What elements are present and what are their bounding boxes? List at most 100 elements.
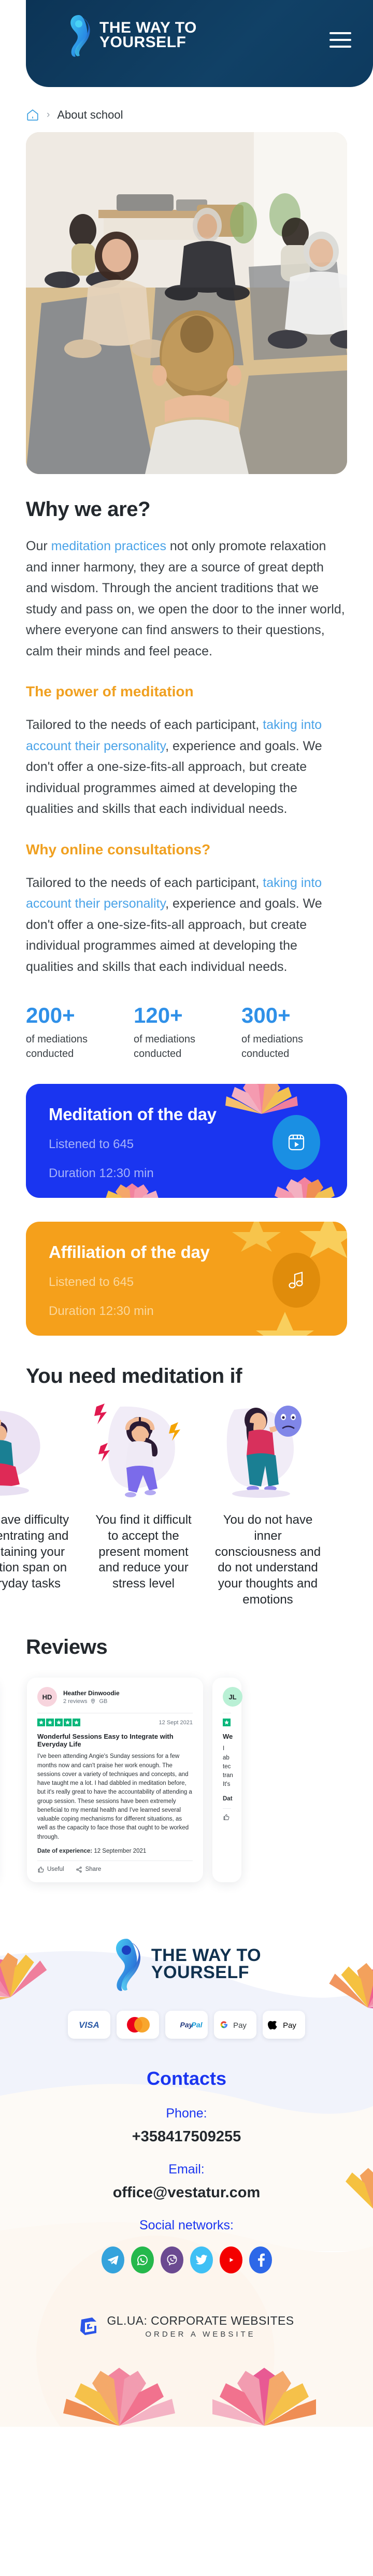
google-pay-payment-icon[interactable]: Pay [214,2010,256,2039]
share-label: Share [85,1866,102,1873]
viber-glyph [166,2254,177,2266]
twitter-icon[interactable] [190,2246,213,2273]
footer-logo-line-2: YOURSELF [151,1962,250,1982]
need-cards-carousel[interactable]: You have difficulty concentrating and ma… [0,1401,373,1608]
share-button[interactable]: Share [76,1866,102,1873]
share-icon [76,1866,82,1873]
need-meditation-title: You need meditation if [26,1365,242,1388]
need-card-text: You do not have inner consciousness and … [214,1513,321,1607]
woman-holding-mask-illustration [213,1401,322,1501]
online-text-pre: Tailored to the needs of each participan… [26,875,263,890]
mastercard-payment-icon[interactable] [117,2010,159,2039]
reviewer-meta: 2 reviews GB [63,1698,120,1705]
hamburger-menu-icon[interactable] [329,32,351,48]
hero-section [0,127,373,474]
avatar: JL [223,1687,242,1707]
thumbs-up-icon[interactable] [223,1814,229,1821]
promo-cards: Meditation of the day Listened to 645 Du… [0,1061,373,1336]
stat-number: 300+ [241,1003,291,1027]
site-footer: THE WAY TO YOURSELF VISA Pay Pal Pay Pay… [0,1909,373,2427]
google-pay-logo-icon: Pay [220,2021,247,2030]
why-we-are-section: Why we are? Our meditation practices not… [0,474,373,977]
social-links [0,2246,373,2273]
email-value[interactable]: office@vestatur.com [0,2184,373,2201]
svg-text:Pay: Pay [283,2021,296,2030]
phone-value[interactable]: +358417509255 [0,2128,373,2145]
footer-content: THE WAY TO YOURSELF VISA Pay Pal Pay Pay… [0,1909,373,2427]
reviews-carousel[interactable]: 021 e HD Heather Dinwoodie 2 reviews GB [0,1678,373,1882]
site-logo[interactable]: THE WAY TO YOURSELF [67,13,197,58]
star-icon [37,1719,45,1727]
music-note-icon[interactable] [272,1253,320,1308]
footer-logo-wordmark: THE WAY TO YOURSELF [151,1946,261,1982]
glua-line-2: ORDER A WEBSITE [145,2329,256,2339]
stat-caption: of mediations conducted [241,1034,303,1060]
star-icon [64,1719,71,1727]
home-icon[interactable] [26,108,39,122]
svg-text:Pay: Pay [233,2021,247,2030]
affiliation-of-the-day-card[interactable]: Affiliation of the day Listened to 645 D… [26,1222,347,1336]
whatsapp-icon[interactable] [131,2246,154,2273]
apple-pay-payment-icon[interactable]: Pay [263,2010,305,2039]
divider [223,1808,231,1809]
whatsapp-glyph [137,2255,148,2266]
breadcrumb-separator: › [47,109,50,120]
glua-line-1: GL.UA: CORPORATE WEBSITES [107,2313,294,2327]
telegram-icon[interactable] [101,2246,124,2273]
illustration-3 [226,1406,302,1498]
video-play-glyph [288,1134,305,1151]
footer-bottom-spacer [0,2339,373,2427]
paypal-payment-icon[interactable]: Pay Pal [165,2010,208,2039]
hero-image [26,132,347,474]
paypal-logo-icon: Pay Pal [180,2021,203,2029]
need-card-text: You have difficulty concentrating and ma… [0,1513,69,1591]
promo-duration: Duration 12:30 min [49,1166,154,1181]
star-rating [37,1719,80,1727]
power-text-pre: Tailored to the needs of each participan… [26,718,263,732]
review-title: Wonderful Sessions Easy to Integrate wit… [37,1733,174,1749]
video-play-icon[interactable] [272,1115,320,1170]
logo-line-2: YOURSELF [99,34,187,51]
useful-button[interactable]: Useful [37,1866,64,1873]
logo-wordmark: THE WAY TO YOURSELF [99,20,197,51]
why-text-post: not only promote relaxation and inner ha… [26,539,345,659]
stressed-woman-illustration [89,1401,198,1501]
meditation-practices-link[interactable]: meditation practices [51,539,166,553]
glua-logo-icon [80,2317,97,2335]
music-note-glyph [289,1271,303,1289]
stats-row: 200+ of mediations conducted 120+ of med… [0,977,373,1061]
apple-pay-logo-icon: Pay [268,2021,296,2030]
review-card-peek-right[interactable]: JL We I ab tec tran It's Dat [212,1678,242,1882]
burger-line-3 [329,46,351,48]
facebook-icon[interactable] [249,2246,272,2273]
glua-credit[interactable]: GL.UA: CORPORATE WEBSITES ORDER A WEBSIT… [0,2314,373,2339]
stat-number: 120+ [134,1003,183,1027]
visa-payment-icon[interactable]: VISA [68,2010,110,2039]
need-card[interactable]: You find it difficult to accept the pres… [89,1401,198,1608]
stat-item: 300+ of mediations conducted [241,1004,335,1061]
peek-review-title: We [223,1733,233,1741]
meditation-of-the-day-card[interactable]: Meditation of the day Listened to 645 Du… [26,1084,347,1198]
need-card[interactable]: You have difficulty concentrating and ma… [0,1401,74,1608]
footer-logo[interactable]: THE WAY TO YOURSELF [0,1936,373,1992]
star-icon [55,1719,63,1727]
mastercard-logo-icon [127,2016,150,2033]
need-card[interactable]: You do not have inner consciousness and … [213,1401,322,1608]
why-text-pre: Our [26,539,51,553]
breadcrumb: › About school [0,91,373,127]
breadcrumb-current: About school [57,108,123,121]
review-body: I've been attending Angie's Sunday sessi… [37,1753,192,1840]
youtube-icon[interactable] [219,2246,242,2273]
online-consultations-heading: Why online consultations? [26,841,211,857]
review-date: 12 Sept 2021 [159,1719,193,1726]
reviews-section: Reviews 021 e HD Heather Dinwoodie 2 rev… [0,1608,373,1882]
illustration-2 [94,1404,180,1498]
experience-date: 12 September 2021 [94,1848,147,1854]
social-networks-label: Social networks: [139,2217,234,2232]
viber-icon[interactable] [160,2246,183,2273]
star-icon [46,1719,54,1727]
reviews-title: Reviews [26,1636,108,1659]
power-of-meditation-paragraph: Tailored to the needs of each participan… [26,714,347,820]
review-card[interactable]: HD Heather Dinwoodie 2 reviews GB 12 Sep… [27,1678,203,1882]
stat-caption: of mediations conducted [134,1034,195,1060]
